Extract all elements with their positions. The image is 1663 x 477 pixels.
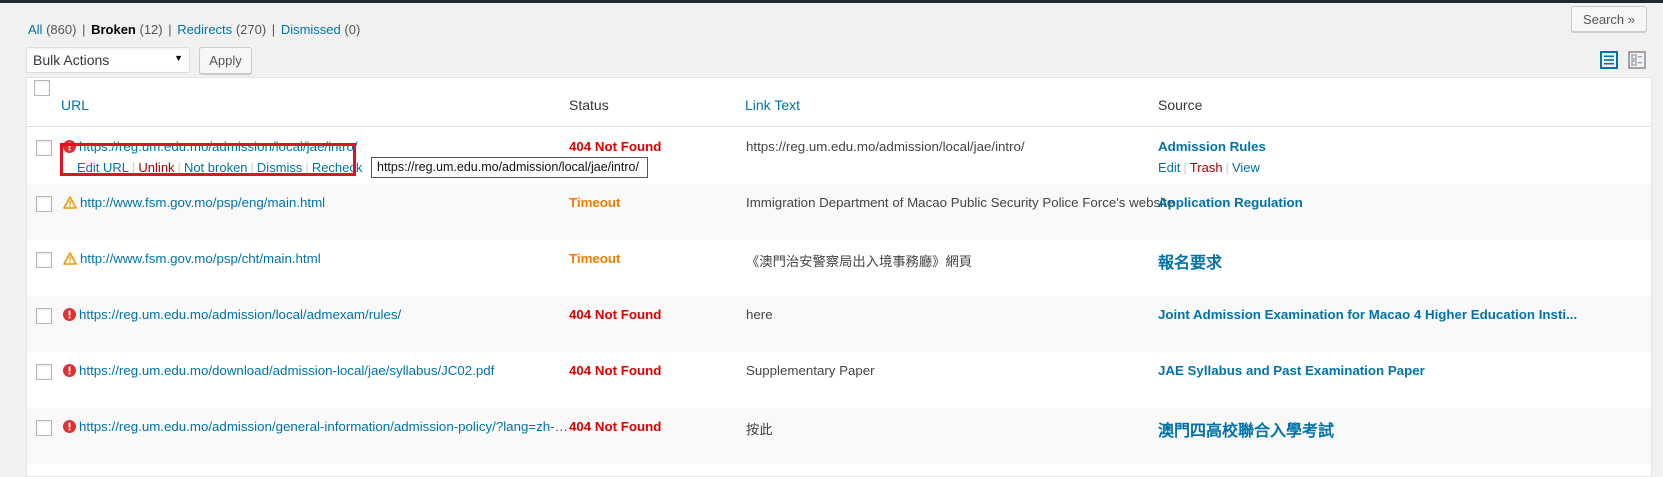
link-text: https://reg.um.edu.mo/admission/local/ja… bbox=[746, 139, 1025, 154]
error-circle-icon bbox=[63, 420, 76, 433]
filter-dismissed-count: (0) bbox=[344, 22, 361, 37]
search-button[interactable]: Search » bbox=[1571, 6, 1647, 32]
source-post-link[interactable]: JAE Syllabus and Past Examination Paper bbox=[1158, 363, 1425, 378]
link-url[interactable]: https://reg.um.edu.mo/admission/local/ad… bbox=[79, 307, 401, 322]
warning-triangle-icon bbox=[63, 196, 77, 209]
status-label: 404 Not Found bbox=[569, 419, 662, 434]
status-label: 404 Not Found bbox=[569, 307, 662, 322]
error-circle-icon bbox=[63, 364, 76, 377]
row-checkbox[interactable] bbox=[36, 364, 52, 380]
select-all-checkbox[interactable] bbox=[34, 80, 50, 96]
view-post-action[interactable]: View bbox=[1232, 160, 1260, 175]
row-checkbox[interactable] bbox=[36, 252, 52, 268]
table-row: http://www.fsm.gov.mo/psp/eng/main.html … bbox=[27, 184, 1651, 240]
table-row: https://reg.um.edu.mo/download/admission… bbox=[27, 352, 1651, 408]
status-filter-links: All (860) | Broken (12) | Redirects (270… bbox=[28, 22, 360, 37]
filter-separator: | bbox=[168, 22, 172, 37]
link-text: Immigration Department of Macao Public S… bbox=[746, 195, 1175, 210]
status-label: 404 Not Found bbox=[569, 363, 662, 378]
link-url[interactable]: https://reg.um.edu.mo/admission/general-… bbox=[79, 419, 573, 434]
error-circle-icon bbox=[63, 308, 76, 321]
bulk-actions-select[interactable]: Bulk Actions ▼ bbox=[26, 47, 190, 73]
bulk-actions-selected: Bulk Actions bbox=[33, 52, 110, 68]
table-row: https://reg.um.edu.mo/admission/local/ad… bbox=[27, 296, 1651, 352]
source-post-link[interactable]: Admission Rules bbox=[1158, 139, 1266, 154]
row-actions-highlight-box bbox=[60, 143, 356, 176]
filter-broken-count: (12) bbox=[139, 22, 163, 37]
filter-all-count: (860) bbox=[46, 22, 77, 37]
link-url[interactable]: https://reg.um.edu.mo/download/admission… bbox=[79, 363, 494, 378]
excerpt-view-icon[interactable] bbox=[1628, 51, 1646, 69]
url-tooltip: https://reg.um.edu.mo/admission/local/ja… bbox=[371, 157, 648, 178]
status-label: 404 Not Found bbox=[569, 139, 662, 154]
row-checkbox[interactable] bbox=[36, 196, 52, 212]
table-row: https://reg.um.edu.mo/admission/general-… bbox=[27, 408, 1651, 464]
status-label: Timeout bbox=[569, 195, 621, 210]
filter-redirects[interactable]: Redirects bbox=[177, 22, 232, 37]
source-post-link[interactable]: 報名要求 bbox=[1158, 249, 1222, 273]
trash-post-action[interactable]: Trash bbox=[1190, 160, 1223, 175]
row-checkbox[interactable] bbox=[36, 140, 52, 156]
link-text: here bbox=[746, 307, 773, 322]
filter-separator: | bbox=[82, 22, 86, 37]
list-view-icon[interactable] bbox=[1600, 51, 1618, 69]
filter-redirects-count: (270) bbox=[235, 22, 267, 37]
link-url[interactable]: http://www.fsm.gov.mo/psp/cht/main.html bbox=[80, 251, 321, 266]
table-header: URL Status Link Text Source bbox=[27, 78, 1651, 127]
table-row: http://www.fsm.gov.mo/psp/cht/main.html … bbox=[27, 240, 1651, 296]
source-post-link[interactable]: Application Regulation bbox=[1158, 195, 1303, 210]
dropdown-arrow-icon: ▼ bbox=[174, 53, 183, 63]
link-text: Supplementary Paper bbox=[746, 363, 875, 378]
link-url[interactable]: http://www.fsm.gov.mo/psp/eng/main.html bbox=[80, 195, 325, 210]
broken-links-table: URL Status Link Text Source https://reg.… bbox=[26, 77, 1652, 477]
link-text: 按此 bbox=[746, 422, 773, 437]
filter-broken[interactable]: Broken bbox=[91, 22, 136, 37]
source-actions: Edit | Trash | View bbox=[1158, 160, 1260, 175]
row-checkbox[interactable] bbox=[36, 308, 52, 324]
column-header-status: Status bbox=[569, 97, 609, 113]
link-text: 《澳門治安警察局出入境事務廳》網頁 bbox=[746, 254, 973, 269]
edit-post-action[interactable]: Edit bbox=[1158, 160, 1180, 175]
column-header-link-text[interactable]: Link Text bbox=[745, 97, 800, 113]
filter-separator: | bbox=[271, 22, 276, 37]
apply-button[interactable]: Apply bbox=[199, 47, 252, 74]
column-header-url[interactable]: URL bbox=[61, 97, 89, 113]
admin-top-bar bbox=[0, 0, 1663, 3]
source-post-link[interactable]: Joint Admission Examination for Macao 4 … bbox=[1158, 307, 1577, 322]
filter-dismissed[interactable]: Dismissed bbox=[281, 22, 341, 37]
row-checkbox[interactable] bbox=[36, 420, 52, 436]
column-header-source: Source bbox=[1158, 97, 1203, 113]
warning-triangle-icon bbox=[63, 252, 77, 265]
source-post-link[interactable]: 澳門四高校聯合入學考試 bbox=[1158, 417, 1334, 441]
status-label: Timeout bbox=[569, 251, 621, 266]
filter-all[interactable]: All bbox=[28, 22, 42, 37]
